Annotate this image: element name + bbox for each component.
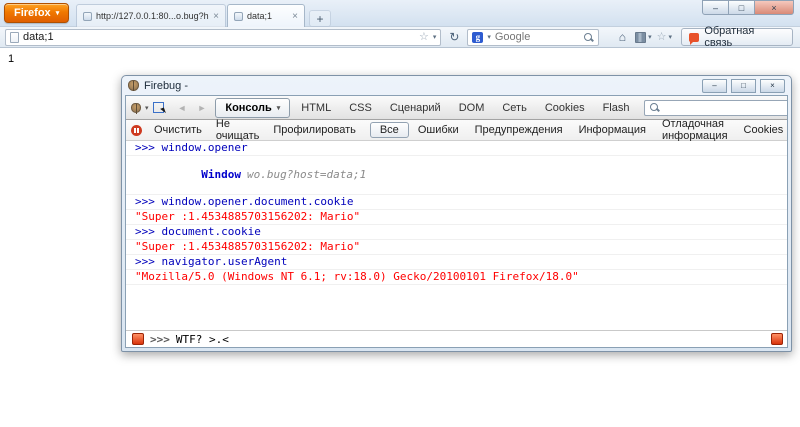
reload-button[interactable]: ↻ bbox=[445, 28, 463, 46]
commandline-prompt: >>> bbox=[150, 332, 170, 346]
tab-console-label: Консоль bbox=[225, 101, 272, 114]
firebug-win-maximize-button[interactable]: □ bbox=[731, 78, 756, 93]
console-string-result: "Super :1.4534885703156202: Mario" bbox=[126, 240, 787, 255]
console-command-echo: >>> navigator.userAgent bbox=[126, 255, 787, 270]
page-identity-icon[interactable] bbox=[10, 31, 19, 43]
new-tab-button[interactable]: + bbox=[309, 10, 331, 27]
filter-info[interactable]: Информация bbox=[572, 122, 653, 138]
tab-cookies[interactable]: Cookies bbox=[538, 99, 592, 117]
firebug-client-area: ▾ ◄ ► Консоль ▾ HTML CSS Сценарий DOM Се… bbox=[125, 95, 788, 348]
url-bar[interactable]: ☆ ▾ bbox=[5, 28, 442, 46]
search-go-icon[interactable] bbox=[583, 32, 594, 43]
filter-warnings[interactable]: Предупреждения bbox=[468, 122, 570, 138]
history-back-icon[interactable]: ◄ bbox=[178, 103, 190, 113]
downloads-icon bbox=[635, 31, 647, 43]
window-controls: – □ × bbox=[702, 0, 794, 15]
chevron-down-icon: ▾ bbox=[668, 34, 673, 41]
search-engine-dropdown-icon[interactable]: ▾ bbox=[487, 33, 491, 41]
firebug-search-box[interactable] bbox=[644, 99, 787, 116]
feedback-bubble-icon bbox=[689, 32, 700, 45]
tab-title: http://127.0.0.1:80...o.bug?host=data;1 bbox=[96, 11, 209, 21]
firebug-titlebar[interactable]: Firebug - – □ × bbox=[122, 76, 791, 95]
firefox-menu-button[interactable]: Firefox ▾ bbox=[4, 3, 70, 23]
tab-close-icon[interactable]: × bbox=[292, 11, 298, 22]
close-button[interactable]: × bbox=[754, 0, 794, 15]
console-object-result: Window wo.bug?host=data;1 bbox=[126, 156, 787, 195]
feedback-label: Обратная связь bbox=[704, 25, 755, 49]
downloads-button[interactable]: ▾ bbox=[634, 28, 652, 46]
tab-bug-page[interactable]: http://127.0.0.1:80...o.bug?host=data;1 … bbox=[76, 4, 226, 27]
history-forward-icon[interactable]: ► bbox=[197, 103, 209, 113]
browser-window: Firefox ▾ http://127.0.0.1:80...o.bug?ho… bbox=[0, 0, 800, 427]
firebug-window-title: Firebug - bbox=[144, 79, 189, 92]
firebug-search-input[interactable] bbox=[663, 102, 787, 113]
url-input[interactable] bbox=[23, 31, 415, 43]
tab-net[interactable]: Сеть bbox=[495, 99, 533, 117]
bookmarks-star-icon: ☆ bbox=[656, 30, 667, 43]
tab-close-icon[interactable]: × bbox=[213, 11, 219, 22]
tab-favicon bbox=[83, 11, 92, 21]
search-input[interactable] bbox=[494, 31, 580, 43]
search-icon bbox=[649, 102, 660, 113]
console-command-echo: >>> window.opener bbox=[126, 141, 787, 156]
bookmarks-menu-button[interactable]: ☆ ▾ bbox=[655, 28, 673, 46]
url-dropdown-icon[interactable]: ▾ bbox=[433, 33, 437, 41]
tab-flash[interactable]: Flash bbox=[596, 99, 637, 117]
google-engine-icon[interactable]: g bbox=[472, 31, 484, 43]
firebug-win-close-button[interactable]: × bbox=[760, 78, 785, 93]
filter-debug-info[interactable]: Отладочная информация bbox=[655, 116, 735, 144]
firebug-menu-dropdown-icon[interactable]: ▾ bbox=[145, 104, 149, 112]
errors-indicator-icon[interactable] bbox=[132, 333, 144, 345]
filter-all[interactable]: Все bbox=[369, 122, 409, 138]
home-icon: ⌂ bbox=[618, 30, 626, 44]
console-string-result: "Super :1.4534885703156202: Mario" bbox=[126, 210, 787, 225]
firebug-win-minimize-button[interactable]: – bbox=[702, 78, 727, 93]
firebug-window: Firebug - – □ × ▾ ◄ ► Консоль ▾ HTML CSS bbox=[121, 75, 792, 352]
maximize-button[interactable]: □ bbox=[728, 0, 755, 15]
chevron-down-icon: ▾ bbox=[648, 34, 652, 41]
console-toolbar: Очистить Не очищать Профилировать Все Ош… bbox=[126, 118, 787, 142]
firebug-commandline[interactable]: >>> WTF? >.< bbox=[126, 330, 787, 347]
tab-script[interactable]: Сценарий bbox=[383, 99, 448, 117]
commandline-popup-button[interactable] bbox=[771, 333, 783, 345]
tab-strip: http://127.0.0.1:80...o.bug?host=data;1 … bbox=[76, 4, 331, 27]
persist-button[interactable]: Не очищать bbox=[210, 116, 265, 144]
tab-favicon bbox=[234, 11, 243, 21]
tab-dom[interactable]: DOM bbox=[452, 99, 492, 117]
console-log: >>> window.opener Window wo.bug?host=data… bbox=[126, 141, 787, 330]
firebug-menu-icon[interactable] bbox=[131, 102, 141, 114]
console-command-echo: >>> document.cookie bbox=[126, 225, 787, 240]
filter-cookies[interactable]: Cookies bbox=[737, 122, 787, 138]
browser-titlebar: Firefox ▾ http://127.0.0.1:80...o.bug?ho… bbox=[0, 0, 800, 27]
commandline-text[interactable]: WTF? >.< bbox=[176, 333, 229, 346]
chevron-down-icon: ▾ bbox=[55, 10, 60, 17]
firefox-menu-label: Firefox bbox=[14, 7, 51, 19]
tab-title: data;1 bbox=[247, 11, 273, 21]
navigation-bar: ☆ ▾ ↻ g ▾ ⌂ ▾ ☆▾ Обратная связь bbox=[0, 25, 800, 49]
console-command-echo: >>> window.opener.document.cookie bbox=[126, 195, 787, 210]
toolbar-icons: ⌂ ▾ ☆ ▾ bbox=[613, 28, 673, 46]
tab-data-page[interactable]: data;1 × bbox=[227, 4, 305, 27]
inspect-element-icon[interactable] bbox=[152, 102, 164, 113]
tab-css[interactable]: CSS bbox=[342, 99, 379, 117]
search-bar[interactable]: g ▾ bbox=[467, 28, 600, 46]
page-body-text: 1 bbox=[8, 53, 15, 65]
clear-button[interactable]: Очистить bbox=[148, 122, 208, 138]
tab-html[interactable]: HTML bbox=[294, 99, 338, 117]
firebug-bug-icon bbox=[128, 80, 139, 91]
window-object-link[interactable]: Window bbox=[201, 168, 241, 181]
feedback-button[interactable]: Обратная связь bbox=[681, 25, 794, 49]
tab-console[interactable]: Консоль ▾ bbox=[215, 97, 291, 118]
bookmark-star-icon[interactable]: ☆ bbox=[419, 31, 429, 43]
console-string-result: "Mozilla/5.0 (Windows NT 6.1; rv:18.0) G… bbox=[126, 270, 787, 285]
minimize-button[interactable]: – bbox=[702, 0, 729, 15]
break-on-errors-icon[interactable] bbox=[131, 124, 142, 136]
window-object-location: wo.bug?host=data;1 bbox=[246, 168, 367, 181]
profile-button[interactable]: Профилировать bbox=[267, 122, 362, 138]
console-options-dropdown-icon[interactable]: ▾ bbox=[277, 104, 281, 112]
home-button[interactable]: ⌂ bbox=[613, 28, 631, 46]
filter-errors[interactable]: Ошибки bbox=[411, 122, 466, 138]
